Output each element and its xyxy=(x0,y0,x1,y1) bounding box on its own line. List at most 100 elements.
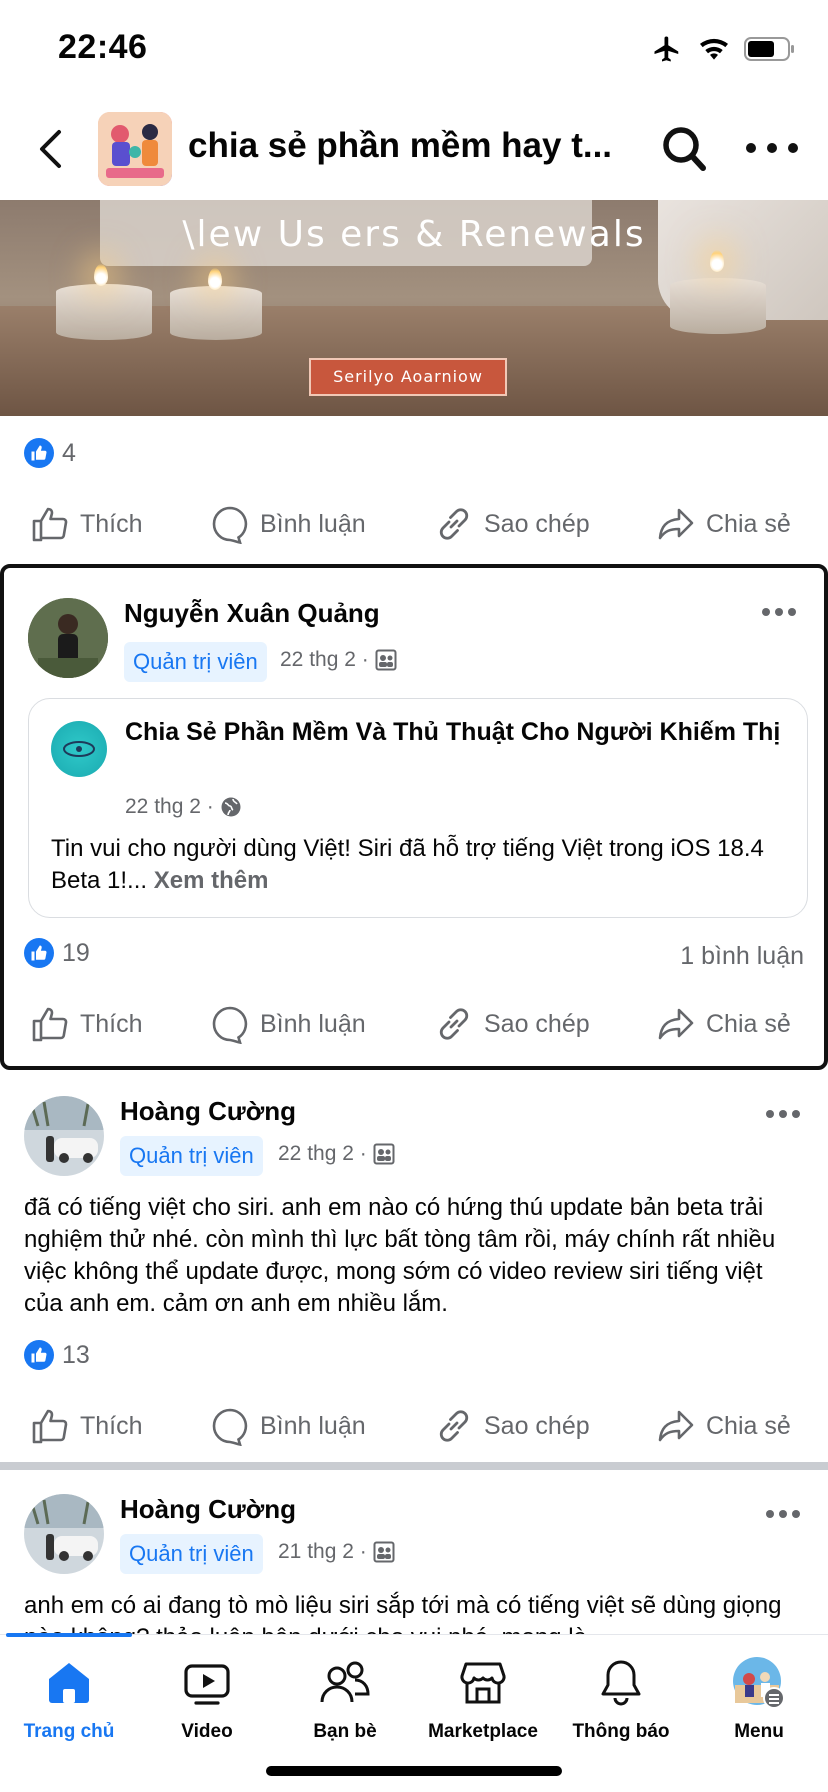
share-icon xyxy=(658,1410,694,1442)
nav-notifications-label: Thông báo xyxy=(572,1721,670,1742)
post-reactions[interactable]: 13 xyxy=(24,1340,90,1370)
status-time: 22:46 xyxy=(58,28,148,66)
copy-link-button[interactable]: Sao chép xyxy=(434,494,590,554)
share-button[interactable]: Chia sẻ xyxy=(656,994,791,1054)
group-illustration xyxy=(98,112,172,186)
link-icon xyxy=(439,1008,469,1040)
author-avatar[interactable] xyxy=(24,1494,104,1574)
copy-label: Sao chép xyxy=(484,509,590,538)
post-text: đã có tiếng việt cho siri. anh em nào có… xyxy=(24,1194,776,1317)
post-reactions[interactable]: 19 xyxy=(24,938,90,968)
post-card: Nguyễn Xuân Quảng Quản trị viên 22 thg 2… xyxy=(0,564,828,1070)
marketplace-icon xyxy=(414,1655,552,1711)
home-indicator[interactable] xyxy=(266,1766,562,1776)
nav-menu[interactable]: Menu xyxy=(690,1655,828,1743)
author-name[interactable]: Nguyễn Xuân Quảng xyxy=(124,598,380,629)
video-icon xyxy=(138,1655,276,1711)
comment-icon xyxy=(212,506,248,544)
copy-link-button[interactable]: Sao chép xyxy=(434,1396,590,1456)
shared-page-name[interactable]: Chia Sẻ Phần Mềm Và Thủ Thuật Cho Người … xyxy=(125,715,785,749)
nav-marketplace[interactable]: Marketplace xyxy=(414,1655,552,1743)
shared-post-text: Tin vui cho người dùng Việt! Siri đã hỗ … xyxy=(51,833,791,897)
status-icons xyxy=(650,34,796,64)
nav-marketplace-label: Marketplace xyxy=(428,1721,538,1742)
globe-icon xyxy=(221,797,241,817)
shared-page-avatar[interactable] xyxy=(51,721,107,777)
post-separator xyxy=(0,1462,828,1470)
thumbs-up-icon xyxy=(32,1007,68,1042)
comment-label: Bình luận xyxy=(260,509,366,538)
comment-button[interactable]: Bình luận xyxy=(210,494,366,554)
author-avatar[interactable] xyxy=(28,598,108,678)
admin-badge: Quản trị viên xyxy=(120,1136,263,1176)
post-meta: 21 thg 2 · xyxy=(278,1540,395,1564)
copy-label: Sao chép xyxy=(484,1411,590,1440)
more-options-button[interactable] xyxy=(746,136,798,160)
post-options-button[interactable] xyxy=(762,608,796,618)
like-button[interactable]: Thích xyxy=(30,1396,143,1456)
like-count: 19 xyxy=(62,938,90,967)
candle xyxy=(56,284,152,340)
nav-home-label: Trang chủ xyxy=(23,1721,115,1742)
link-icon xyxy=(439,1410,469,1442)
like-label: Thích xyxy=(80,1411,143,1440)
thumbs-up-icon xyxy=(32,507,68,542)
post-date: 21 thg 2 · xyxy=(278,1540,367,1563)
see-more-link[interactable]: Xem thêm xyxy=(154,867,269,894)
share-icon xyxy=(658,508,694,540)
group-avatar[interactable] xyxy=(98,112,172,186)
like-button[interactable]: Thích xyxy=(30,994,143,1054)
author-name[interactable]: Hoàng Cường xyxy=(120,1096,296,1127)
shared-post-card[interactable]: Chia Sẻ Phần Mềm Và Thủ Thuật Cho Người … xyxy=(28,698,808,918)
group-title[interactable]: chia sẻ phần mềm hay t... xyxy=(188,126,612,166)
post-options-button[interactable] xyxy=(766,1110,800,1120)
like-label: Thích xyxy=(80,509,143,538)
nav-video[interactable]: Video xyxy=(138,1655,276,1743)
share-button[interactable]: Chia sẻ xyxy=(656,1396,791,1456)
like-count: 4 xyxy=(62,438,76,467)
like-reaction-icon xyxy=(24,938,54,968)
post-date: 22 thg 2 · xyxy=(278,1142,367,1165)
group-members-icon xyxy=(375,649,397,671)
comment-label: Bình luận xyxy=(260,1009,366,1038)
post-options-button[interactable] xyxy=(766,1510,800,1520)
nav-friends[interactable]: Bạn bè xyxy=(276,1655,414,1743)
link-icon xyxy=(439,508,469,540)
candle-flame xyxy=(94,264,108,286)
status-bar: 22:46 xyxy=(0,0,828,100)
thumbs-up-icon xyxy=(32,1409,68,1444)
menu-avatar xyxy=(690,1655,828,1711)
search-icon xyxy=(663,127,706,171)
candle-flame xyxy=(208,268,222,290)
share-label: Chia sẻ xyxy=(706,509,791,538)
banner-title: \lew Us ers & Renewals xyxy=(182,214,646,255)
author-name[interactable]: Hoàng Cường xyxy=(120,1494,296,1525)
comment-button[interactable]: Bình luận xyxy=(210,994,366,1054)
post-actions: Thích Bình luận Sao chép Chia sẻ xyxy=(0,994,828,1054)
post-meta: 22 thg 2 · xyxy=(280,648,397,672)
comment-count[interactable]: 1 bình luận xyxy=(680,942,804,971)
copy-link-button[interactable]: Sao chép xyxy=(434,994,590,1054)
comment-button[interactable]: Bình luận xyxy=(210,1396,366,1456)
candle xyxy=(170,286,262,340)
battery-icon xyxy=(744,37,794,61)
comment-icon xyxy=(212,1006,248,1044)
nav-home[interactable]: Trang chủ xyxy=(0,1655,138,1743)
author-avatar[interactable] xyxy=(24,1096,104,1176)
post-meta: 22 thg 2 · xyxy=(278,1142,395,1166)
admin-badge: Quản trị viên xyxy=(124,642,267,682)
banner-image[interactable]: \lew Us ers & Renewals Serilyo Aoarniow xyxy=(0,200,828,416)
comment-label: Bình luận xyxy=(260,1411,366,1440)
group-members-icon xyxy=(373,1143,395,1165)
post-actions: Thích Bình luận Sao chép Chia sẻ xyxy=(0,494,828,554)
post-card: Hoàng Cường Quản trị viên 21 thg 2 · anh… xyxy=(0,1470,828,1634)
nav-menu-label: Menu xyxy=(734,1721,784,1742)
nav-friends-label: Bạn bè xyxy=(313,1721,377,1742)
share-button[interactable]: Chia sẻ xyxy=(656,494,791,554)
search-button[interactable] xyxy=(660,122,710,176)
post-reactions[interactable]: 4 xyxy=(24,438,76,468)
like-button[interactable]: Thích xyxy=(30,494,143,554)
nav-notifications[interactable]: Thông báo xyxy=(552,1655,690,1743)
candle xyxy=(670,278,766,334)
back-button[interactable] xyxy=(30,124,70,174)
